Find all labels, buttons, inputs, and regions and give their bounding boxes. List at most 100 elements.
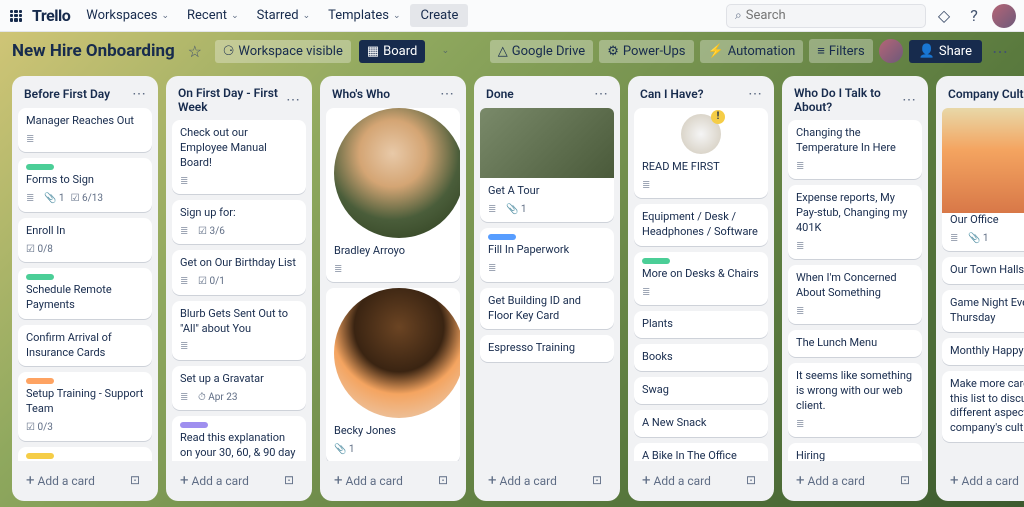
list-title[interactable]: Done [486,87,514,101]
card[interactable]: Schedule Remote Payments [18,268,152,319]
add-card-button[interactable]: +Add a card⊡ [788,465,922,495]
card[interactable]: Our Town Halls [942,257,1024,284]
card[interactable]: Swag [634,377,768,404]
description-icon: ≣ [796,418,808,432]
add-card-button[interactable]: +Add a card⊡ [326,465,460,495]
description-icon: ≣ [488,262,500,276]
description-icon: ≣ [180,391,192,405]
user-avatar[interactable] [992,4,1016,28]
list-title[interactable]: Company Culture [948,87,1024,101]
list-menu-icon[interactable]: ⋯ [594,86,608,102]
list-menu-icon[interactable]: ⋯ [748,86,762,102]
card[interactable]: The Lunch Menu [788,330,922,357]
filters-button[interactable]: ≡Filters [809,39,872,63]
apps-icon[interactable] [8,8,24,24]
card[interactable]: Our Office≣📎 1 [942,108,1024,251]
add-card-button[interactable]: +Add a card⊡ [480,465,614,495]
share-button[interactable]: 👤Share [909,40,982,63]
templates-menu[interactable]: Templates⌄ [320,4,408,27]
card[interactable]: Check out our Employee Manual Board!≣ [172,120,306,194]
workspaces-menu[interactable]: Workspaces⌄ [78,4,177,27]
card[interactable]: Sign up for:≣☑ 3/6 [172,200,306,244]
list-menu-icon[interactable]: ⋯ [286,92,300,108]
list-title[interactable]: Who's Who [332,87,390,101]
notifications-icon[interactable]: ◇ [932,4,956,28]
add-card-button[interactable]: +Add a card⊡ [172,465,306,495]
card[interactable]: Espresso Training [480,335,614,362]
automation-button[interactable]: ⚡Automation [700,40,804,63]
list-title[interactable]: Before First Day [24,87,110,101]
card[interactable]: Monthly Happy Hours! [942,338,1024,365]
card[interactable]: Forms to Sign≣📎 1☑ 6/13 [18,158,152,211]
card[interactable]: Fill In Paperwork≣ [480,228,614,281]
list-title[interactable]: On First Day - First Week [178,86,286,114]
card[interactable]: Get Building ID and Floor Key Card [480,288,614,330]
card[interactable]: READ ME FIRST≣ [634,108,768,198]
add-card-button[interactable]: +Add a card⊡ [634,465,768,495]
card[interactable]: Read this explanation on your 30, 60, & … [172,416,306,461]
add-card-button[interactable]: +Add a card⊡ [18,465,152,495]
card-cover-image [480,108,614,178]
card[interactable]: It seems like something is wrong with ou… [788,363,922,437]
google-drive-button[interactable]: △Google Drive [490,40,593,63]
board-title[interactable]: New Hire Onboarding [12,41,175,61]
list-menu-icon[interactable]: ⋯ [902,92,916,108]
search-box[interactable]: ⌕ [726,4,926,28]
card-title: READ ME FIRST [642,160,760,175]
list-menu-icon[interactable]: ⋯ [440,86,454,102]
card[interactable]: Manager Reaches Out≣ [18,108,152,152]
star-icon[interactable]: ☆ [183,39,207,63]
card[interactable]: Becky Jones📎 1 [326,288,460,461]
recent-menu[interactable]: Recent⌄ [179,4,247,27]
card[interactable]: Hiring≣ [788,443,922,461]
card[interactable]: Setup Training - Systems Team [18,447,152,461]
card[interactable]: Expense reports, My Pay-stub, Changing m… [788,185,922,259]
list-menu-icon[interactable]: ⋯ [132,86,146,102]
card[interactable]: When I'm Concerned About Something≣ [788,265,922,324]
template-icon[interactable]: ⊡ [900,473,914,487]
trello-logo[interactable]: Trello [26,6,76,25]
people-icon: ⚆ [223,44,235,59]
description-icon: ≣ [180,225,192,239]
card[interactable]: A New Snack [634,410,768,437]
card-title: More on Desks & Chairs [642,267,760,282]
template-icon[interactable]: ⊡ [592,473,606,487]
card[interactable]: Enroll In☑ 0/8 [18,218,152,262]
card[interactable]: Get A Tour≣📎 1 [480,108,614,222]
add-card-button[interactable]: +Add a card⊡ [942,465,1024,495]
card-title: The Lunch Menu [796,336,914,351]
card[interactable]: Plants [634,311,768,338]
board-menu-icon[interactable]: ⋯ [988,39,1012,63]
powerups-button[interactable]: ⚙Power-Ups [599,40,693,63]
card[interactable]: Changing the Temperature In Here≣ [788,120,922,179]
list-title[interactable]: Who Do I Talk to About? [794,86,902,114]
board-view-button[interactable]: ▦Board [359,40,426,63]
card[interactable]: Blurb Gets Sent Out to "All" about You≣ [172,301,306,360]
template-icon[interactable]: ⊡ [130,473,144,487]
list-title[interactable]: Can I Have? [640,87,704,101]
card[interactable]: Confirm Arrival of Insurance Cards [18,325,152,367]
member-avatar[interactable] [879,39,903,63]
help-icon[interactable]: ? [962,4,986,28]
template-icon[interactable]: ⊡ [746,473,760,487]
card[interactable]: Game Night Every Thursday [942,290,1024,332]
card[interactable]: Bradley Arroyo≣ [326,108,460,282]
starred-menu[interactable]: Starred⌄ [249,4,319,27]
view-switcher-icon[interactable]: ⌄ [433,39,457,63]
card[interactable]: A Bike In The Office [634,443,768,461]
visibility-button[interactable]: ⚆Workspace visible [215,40,351,63]
template-icon[interactable]: ⊡ [284,473,298,487]
board-header: New Hire Onboarding ☆ ⚆Workspace visible… [0,32,1024,70]
template-icon[interactable]: ⊡ [438,473,452,487]
card[interactable]: More on Desks & Chairs≣ [634,252,768,305]
create-button[interactable]: Create [410,4,468,27]
card[interactable]: Equipment / Desk / Headphones / Software [634,204,768,246]
card[interactable]: Setup Training - Support Team☑ 0/3 [18,372,152,440]
card-title: A New Snack [642,416,760,431]
search-input[interactable] [746,8,917,23]
card-label [488,234,516,240]
card[interactable]: Books [634,344,768,371]
card[interactable]: Make more cards on this list to discuss … [942,371,1024,442]
card[interactable]: Get on Our Birthday List≣☑ 0/1 [172,250,306,294]
card[interactable]: Set up a Gravatar≣⏱ Apr 23 [172,366,306,410]
